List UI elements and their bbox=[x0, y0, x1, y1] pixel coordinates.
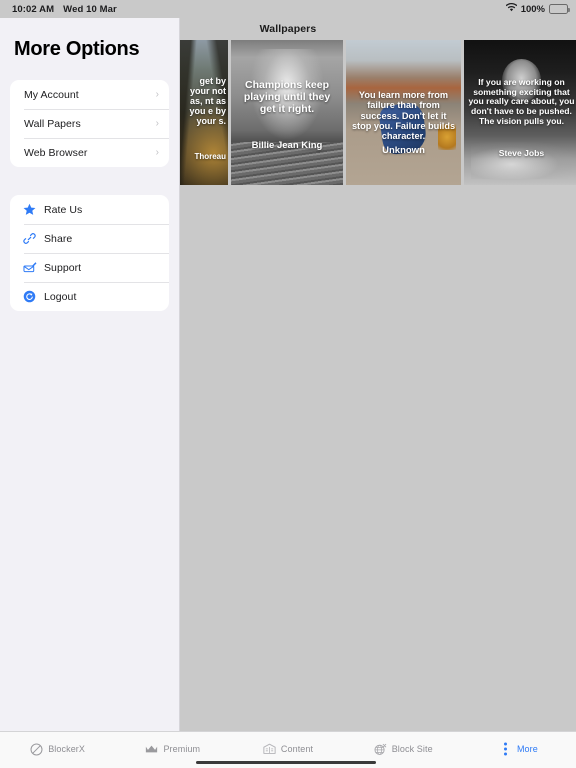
wallpaper-quote: If you are working on something exciting… bbox=[468, 77, 575, 126]
tab-premium[interactable]: Premium bbox=[115, 732, 230, 755]
support-ticket-icon bbox=[22, 260, 37, 275]
ipad-screen: 10:02 AM Wed 10 Mar 100% More Options My… bbox=[0, 0, 576, 768]
status-time: 10:02 AM bbox=[12, 3, 55, 15]
status-date: Wed 10 Mar bbox=[63, 3, 117, 15]
wallpaper-author: Billie Jean King bbox=[251, 140, 323, 151]
star-icon bbox=[22, 202, 37, 217]
more-vertical-icon bbox=[499, 742, 512, 756]
wallpaper-card[interactable]: You learn more from failure than from su… bbox=[346, 40, 461, 185]
wallpapers-title: Wallpapers bbox=[259, 23, 317, 35]
tab-content[interactable]: Content bbox=[230, 732, 345, 755]
logout-icon bbox=[22, 289, 37, 304]
sidebar-item-my-account[interactable]: My Account › bbox=[10, 80, 169, 109]
sidebar-item-label: Rate Us bbox=[44, 203, 83, 216]
wifi-icon bbox=[505, 2, 517, 15]
chevron-right-icon: › bbox=[155, 117, 159, 129]
sidebar-item-label: Logout bbox=[44, 290, 77, 303]
block-circle-icon bbox=[30, 743, 43, 756]
battery-percent: 100% bbox=[520, 3, 545, 15]
sidebar-item-rate-us[interactable]: Rate Us bbox=[10, 195, 169, 224]
chevron-right-icon: › bbox=[155, 88, 159, 100]
wallpaper-card[interactable]: get by your not as, nt as you e by your … bbox=[180, 40, 228, 185]
page-title: More Options bbox=[14, 38, 140, 60]
wallpaper-card[interactable]: Champions keep playing until they get it… bbox=[231, 40, 343, 185]
tab-label: More bbox=[516, 744, 538, 754]
tab-label: Content bbox=[280, 744, 314, 754]
wallpaper-quote: Champions keep playing until they get it… bbox=[243, 79, 331, 115]
sidebar-item-label: My Account bbox=[24, 88, 79, 101]
tab-label: Block Site bbox=[391, 744, 433, 754]
sidebar-item-label: Share bbox=[44, 232, 73, 245]
sidebar-item-label: Support bbox=[44, 261, 82, 274]
tab-block-site[interactable]: Block Site bbox=[346, 732, 461, 755]
tab-label: Premium bbox=[163, 744, 201, 754]
sidebar: More Options My Account › Wall Papers › … bbox=[0, 18, 180, 731]
status-bar-left: 10:02 AM Wed 10 Mar bbox=[12, 4, 117, 15]
tab-more[interactable]: More bbox=[461, 732, 576, 756]
wallpaper-list[interactable]: get by your not as, nt as you e by your … bbox=[180, 40, 576, 185]
wallpaper-author: Steve Jobs bbox=[498, 148, 545, 158]
wallpaper-author: Thoreau bbox=[194, 152, 226, 161]
link-icon bbox=[22, 231, 37, 246]
book-icon bbox=[263, 743, 276, 756]
wallpaper-author: Unknown bbox=[382, 145, 425, 156]
status-bar-right: 100% bbox=[505, 2, 570, 15]
sidebar-item-label: Web Browser bbox=[24, 146, 88, 159]
wallpaper-quote: get by your not as, nt as you e by your … bbox=[189, 76, 226, 127]
sidebar-item-label: Wall Papers bbox=[24, 117, 81, 130]
wallpaper-quote: You learn more from failure than from su… bbox=[351, 90, 456, 142]
crown-icon bbox=[145, 743, 158, 756]
chevron-right-icon: › bbox=[155, 146, 159, 158]
sidebar-item-wall-papers[interactable]: Wall Papers › bbox=[10, 109, 169, 138]
battery-full-icon bbox=[549, 4, 570, 14]
tab-label: BlockerX bbox=[48, 744, 86, 754]
sidebar-group-navigation: My Account › Wall Papers › Web Browser › bbox=[10, 80, 169, 167]
wallpaper-card[interactable]: If you are working on something exciting… bbox=[464, 40, 576, 185]
home-indicator[interactable] bbox=[196, 760, 376, 764]
tab-blockerx[interactable]: BlockerX bbox=[0, 732, 115, 755]
sidebar-item-support[interactable]: Support bbox=[10, 253, 169, 282]
sidebar-item-share[interactable]: Share bbox=[10, 224, 169, 253]
sidebar-item-logout[interactable]: Logout bbox=[10, 282, 169, 311]
main-panel: Wallpapers get by your not as, nt as you… bbox=[180, 18, 576, 731]
globe-x-icon bbox=[374, 743, 387, 756]
sidebar-group-actions: Rate Us Share Support Logout bbox=[10, 195, 169, 311]
status-bar: 10:02 AM Wed 10 Mar 100% bbox=[0, 0, 576, 18]
sidebar-item-web-browser[interactable]: Web Browser › bbox=[10, 138, 169, 167]
